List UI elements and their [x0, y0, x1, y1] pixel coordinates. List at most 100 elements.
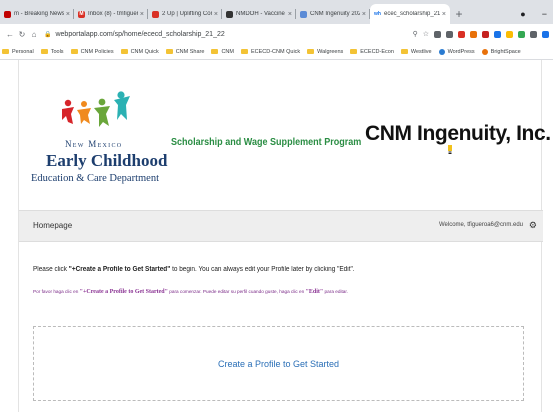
bookmark-item[interactable]: Walgreens	[307, 49, 343, 55]
nm-line-early-childhood: Early Childhood	[46, 151, 168, 170]
back-arrow-icon[interactable]: ←	[4, 30, 16, 39]
browser-tab[interactable]: whecec_scholarship_21_22×	[370, 4, 450, 24]
nm-line-department: Education & Care Department	[31, 173, 159, 184]
folder-icon	[400, 49, 408, 54]
browser-tab[interactable]: NMDOH - Vaccine Registr×	[222, 4, 296, 24]
extension-icon[interactable]	[506, 30, 513, 38]
extension-icon[interactable]	[542, 30, 549, 38]
folder-icon	[211, 49, 219, 54]
page-container: New Mexico Early Childhood Education & C…	[18, 60, 551, 412]
bookmark-item[interactable]: Westlive	[400, 48, 432, 55]
key-icon[interactable]: ⚲	[413, 30, 418, 38]
bookmark-label: Walgreens	[317, 48, 344, 55]
figure-green	[94, 98, 110, 127]
browser-tab[interactable]: m - Breaking News ×	[0, 4, 74, 24]
folder-icon	[350, 49, 358, 54]
tab-favicon-icon: M	[78, 10, 85, 18]
minimize-button[interactable]: −	[542, 9, 547, 19]
address-bar: ← ↻ ⌂ 🔒 webportalapp.com/sp/home/ececd_s…	[0, 24, 553, 44]
bookmark-item[interactable]: ECECD-CNM Quick	[240, 49, 300, 55]
instr-en-suffix: to begin. You can always edit your Profi…	[170, 266, 355, 273]
home-icon[interactable]: ⌂	[28, 30, 40, 39]
gear-icon[interactable]: ⚙	[529, 220, 537, 231]
instructions-spanish: Por favor haga clic en "+Create a Profil…	[33, 289, 348, 295]
homepage-link[interactable]: Homepage	[33, 221, 72, 230]
bookmark-label: CNM Policies	[80, 48, 114, 55]
bookmark-favicon-icon	[481, 48, 488, 55]
bookmark-label: CNM	[221, 48, 234, 55]
tab-close-icon[interactable]: ×	[362, 11, 366, 18]
bookmark-label: CNM Share	[175, 48, 205, 55]
figure-red	[62, 99, 74, 124]
profile-icon[interactable]: ●	[520, 9, 525, 19]
instr-es-suffix: para editar.	[323, 289, 349, 294]
folder-icon	[40, 49, 48, 54]
program-title: Scholarship and Wage Supplement Program	[171, 136, 362, 148]
star-icon[interactable]: ☆	[423, 30, 429, 38]
instr-es-bold2: "Edit"	[305, 289, 324, 295]
tab-favicon-icon	[4, 10, 11, 18]
tab-close-icon[interactable]: ×	[140, 11, 144, 18]
extension-icon[interactable]	[494, 30, 501, 38]
tab-close-icon[interactable]: ×	[442, 11, 446, 18]
instructions-english: Please click "+Create a Profile to Get S…	[33, 266, 355, 273]
instr-en-bold: "+Create a Profile to Get Started"	[68, 266, 171, 273]
bookmark-item[interactable]: Tools	[40, 49, 64, 55]
tab-favicon-icon: wh	[374, 10, 381, 18]
extension-icon[interactable]	[434, 30, 441, 38]
extension-icon[interactable]	[446, 30, 453, 38]
tab-title: CNM Ingenuity 2021 - Zenc	[310, 11, 360, 17]
instr-es-bold: "+Create a Profile to Get Started"	[79, 289, 168, 295]
extension-icon[interactable]	[530, 30, 537, 38]
bookmark-item[interactable]: CNM Share	[165, 48, 205, 55]
bookmark-favicon-icon	[438, 48, 445, 55]
tab-close-icon[interactable]: ×	[66, 11, 70, 18]
reload-icon[interactable]: ↻	[16, 30, 28, 39]
folder-icon	[165, 49, 173, 54]
instr-en-prefix: Please click	[33, 266, 69, 273]
browser-tab[interactable]: MInbox (8) - tmfigueroa@gm×	[74, 4, 148, 24]
extension-icon[interactable]	[458, 30, 465, 38]
company-logo-text: CNM Ingenuity, Inc.	[365, 122, 551, 145]
create-profile-button[interactable]: Create a Profile to Get Started	[33, 326, 524, 401]
bookmark-item[interactable]: WordPress	[438, 48, 475, 55]
nm-line-new-mexico: New Mexico	[65, 139, 123, 149]
tab-title: NMDOH - Vaccine Registr	[236, 11, 286, 17]
folder-icon	[70, 49, 78, 54]
extension-icon[interactable]	[470, 30, 477, 38]
lightbulb-icon	[448, 145, 452, 154]
bookmark-item[interactable]: Personal	[2, 49, 34, 55]
tab-close-icon[interactable]: ×	[288, 11, 292, 18]
tab-favicon-icon	[300, 10, 307, 18]
url-text: webportalapp.com/sp/home/ececd_scholarsh…	[55, 30, 225, 38]
bookmark-label: Westlive	[410, 48, 432, 55]
tab-title: ecec_scholarship_21_22	[384, 11, 440, 17]
new-tab-button[interactable]: +	[450, 4, 468, 24]
browser-tab[interactable]: CNM Ingenuity 2021 - Zenc×	[296, 4, 370, 24]
bookmark-item[interactable]: ECECD-Econ	[350, 49, 394, 55]
browser-tab[interactable]: 2 Up | Uplifting Contempo×	[148, 4, 222, 24]
folder-icon	[240, 49, 248, 54]
bookmark-label: WordPress	[447, 48, 475, 55]
lock-icon[interactable]: 🔒	[44, 31, 51, 38]
bookmark-item[interactable]: CNM Policies	[70, 48, 114, 55]
bookmark-item[interactable]: CNM	[211, 49, 234, 55]
bookmarks-bar: Personal Tools CNM Policies CNM Quick CNM Sh…	[0, 44, 553, 60]
folder-icon	[307, 49, 315, 54]
extension-icon[interactable]	[518, 30, 525, 38]
window-controls: ● −	[520, 4, 553, 24]
tab-title: m - Breaking News	[14, 11, 64, 17]
url-field[interactable]: 🔒 webportalapp.com/sp/home/ececd_scholar…	[44, 31, 225, 38]
tab-title: 2 Up | Uplifting Contempo	[162, 11, 212, 17]
extension-icon[interactable]	[482, 30, 489, 38]
browser-tab-strip: m - Breaking News×MInbox (8) - tmfiguero…	[0, 0, 553, 24]
create-profile-label: Create a Profile to Get Started	[217, 358, 340, 369]
bookmark-item[interactable]: BrightSpace	[481, 48, 521, 55]
tab-close-icon[interactable]: ×	[214, 11, 218, 18]
welcome-user-text[interactable]: Welcome, tfigueroa6@cnm.edu	[439, 222, 523, 228]
tab-title: Inbox (8) - tmfigueroa@gm	[88, 11, 138, 17]
bookmark-item[interactable]: CNM Quick	[120, 48, 159, 55]
figure-teal	[114, 91, 130, 120]
bookmark-label: CNM Quick	[130, 48, 159, 55]
tab-favicon-icon	[152, 10, 159, 18]
